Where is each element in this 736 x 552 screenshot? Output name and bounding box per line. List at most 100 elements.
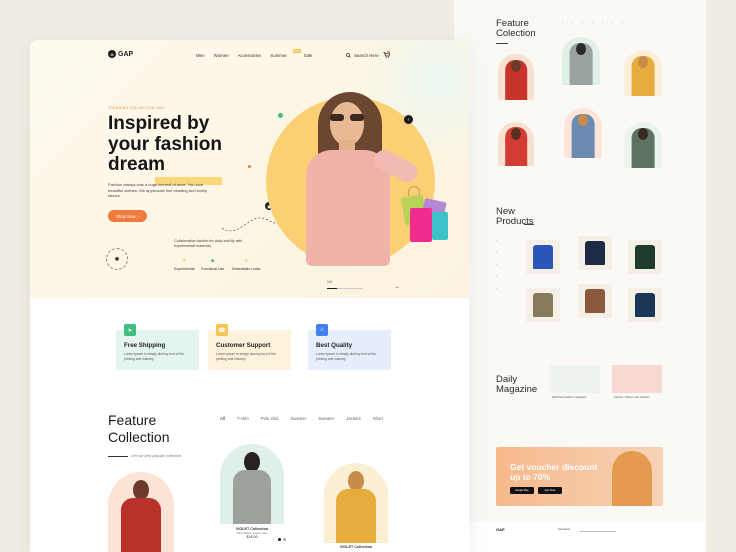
item-name: VIOLET Collection: [339, 545, 373, 549]
color-swatches[interactable]: [276, 528, 286, 546]
brand-name: GAP: [118, 50, 134, 58]
bg-feature-title: Feature Colection: [496, 18, 536, 39]
search-icon: [346, 53, 351, 58]
headline-line-3: dream: [108, 154, 166, 175]
model-head: [348, 471, 364, 491]
feature-label: Functional Use: [201, 267, 225, 271]
service-text: Lorem Ipsum is simply dummy text of the …: [124, 352, 184, 361]
model-tee: [233, 470, 271, 524]
feature-label: Minimalistic Looks: [232, 267, 261, 271]
collection-item-grey-tee[interactable]: [220, 444, 284, 524]
hero-eyebrow: TRENDING COLLECTION 2022: [108, 106, 165, 110]
support-icon: ☎: [216, 324, 228, 336]
top-nav: G GAP Men Women Accessories Summer New Sa…: [30, 40, 469, 70]
shop-now-button[interactable]: Shop Now ›: [108, 210, 147, 222]
bg-product-tile[interactable]: [578, 284, 612, 318]
headline-line-2: your fashion: [108, 133, 258, 156]
feature-collection-subtitle: Get our best popular collection: [131, 454, 182, 458]
cart-icon[interactable]: [383, 51, 391, 60]
hero-headline: Inspired by your fashion dream: [108, 113, 258, 176]
bg-product-arch[interactable]: [498, 122, 534, 166]
bg-magazine-post-title[interactable]: Fashion, "What is Get Fashion": [614, 396, 664, 399]
feature-collection-title: Feature Collection: [108, 412, 170, 445]
star-icon: ✺: [114, 256, 120, 263]
hero-next-button[interactable]: ‹: [404, 115, 413, 124]
model-dress: [336, 489, 376, 543]
nav-item-summer[interactable]: Summer New: [270, 48, 301, 58]
bg-product-arch[interactable]: [562, 37, 600, 85]
headline-your: your: [108, 133, 155, 155]
nav-item-men[interactable]: Men: [196, 53, 205, 58]
bg-product-tile[interactable]: [628, 240, 662, 274]
bg-product-arch[interactable]: [564, 108, 602, 158]
bg-magazine-title: Daily Magazine: [496, 374, 538, 395]
slide-indicator: 1/4: [327, 280, 332, 284]
background-page-preview: Feature Colection • • • • • • • New Products •…: [454, 0, 706, 552]
search-box[interactable]: Search Here: [346, 53, 379, 58]
tab-polo-shirt[interactable]: Polo shirt: [261, 416, 279, 421]
service-text: Lorem Ipsum is simply dummy text of the …: [216, 352, 276, 361]
bg-product-tile[interactable]: [526, 240, 560, 274]
sparkle-icon: ✦: [182, 258, 187, 264]
bg-voucher-banner: Get voucher discount up to 70% Google Pl…: [496, 447, 663, 506]
bg-magazine-image[interactable]: [550, 365, 600, 393]
feature-minimalistic: ● Minimalistic Looks: [232, 258, 260, 271]
nav-item-sale[interactable]: Sale: [304, 53, 313, 58]
bg-product-tile[interactable]: [578, 236, 612, 270]
rotating-badge[interactable]: ✺: [106, 248, 128, 270]
shopping-bag-teal: [432, 212, 448, 240]
bg-feature-underline: [496, 43, 508, 44]
nav-item-women[interactable]: Women: [214, 53, 229, 58]
bg-footer-newsletter: Newsletter: [558, 528, 571, 531]
bg-product-tile[interactable]: [526, 288, 560, 322]
tab-jackets[interactable]: Jackets: [346, 416, 361, 421]
bg-newsletter-input[interactable]: [580, 531, 616, 532]
app-store-button[interactable]: App Store: [538, 487, 562, 494]
bg-product-arch[interactable]: [624, 122, 662, 168]
hero-description: Fashion always was a huge interest of mi…: [108, 182, 207, 199]
search-placeholder: Search Here: [354, 53, 379, 58]
collection-item-caption: VIOLET Collection Pink Watch Cotton Tee …: [220, 527, 284, 539]
service-title: Free Shipping: [124, 342, 166, 349]
cart-badge: [387, 51, 390, 54]
bg-footer-brand: GAP: [496, 527, 505, 532]
quality-icon: ⌂: [316, 324, 328, 336]
main-page: G GAP Men Women Accessories Summer New Sa…: [30, 40, 469, 552]
main-menu: Men Women Accessories Summer New Sale: [196, 48, 313, 58]
bg-tabs: • • • • • • •: [562, 20, 623, 24]
item-price: $18.00: [246, 535, 258, 539]
google-play-button[interactable]: Google Play: [510, 487, 534, 494]
model-dress: [121, 498, 161, 552]
collection-item-yellow-dress[interactable]: [324, 463, 388, 543]
bg-product-arch[interactable]: [498, 54, 534, 100]
collection-tabs: All T-shirt Polo shirt Sweater Sweater J…: [220, 416, 383, 421]
service-card-best-quality: ⌂ Best Quality Lorem Ipsum is simply dum…: [308, 324, 391, 370]
tab-t-shirt[interactable]: T-shirt: [237, 416, 249, 421]
bg-new-products-underline: [524, 224, 534, 225]
collection-item-caption: VIOLET Collection: [324, 545, 388, 549]
bg-footer: GAP Newsletter: [454, 522, 706, 552]
bg-magazine-image[interactable]: [612, 365, 662, 393]
chevron-left-icon: ‹: [407, 116, 410, 123]
tab-sweater-2[interactable]: Sweater: [318, 416, 334, 421]
tab-all[interactable]: All: [220, 416, 225, 421]
collection-item-red-dress[interactable]: [108, 472, 174, 552]
model-head: [133, 480, 149, 500]
paper-plane-icon: ➤: [124, 324, 136, 336]
bg-product-tile[interactable]: [628, 288, 662, 322]
headline-fashion: fashion: [154, 133, 223, 155]
feature-experimental: ✦ Experimental: [174, 258, 194, 271]
tab-short[interactable]: Short: [373, 416, 383, 421]
feature-collection-underline: [108, 456, 128, 457]
slide-progress: [327, 288, 363, 289]
shop-now-label: Shop Now: [116, 213, 136, 219]
nav-item-accessories[interactable]: Accessories: [238, 53, 262, 58]
brand-logo[interactable]: G GAP: [108, 50, 133, 58]
tab-sweater[interactable]: Sweater: [291, 416, 307, 421]
service-text: Lorem Ipsum is simply dummy text of the …: [316, 352, 376, 361]
headline-line-1: Inspired by: [108, 113, 210, 134]
bg-magazine-post-title[interactable]: 2022Trend fashion Inspiration: [552, 396, 602, 399]
slide-next-arrow-icon[interactable]: →: [394, 284, 400, 290]
bg-product-arch[interactable]: [624, 50, 662, 96]
feature-label: Experimental: [174, 267, 195, 271]
